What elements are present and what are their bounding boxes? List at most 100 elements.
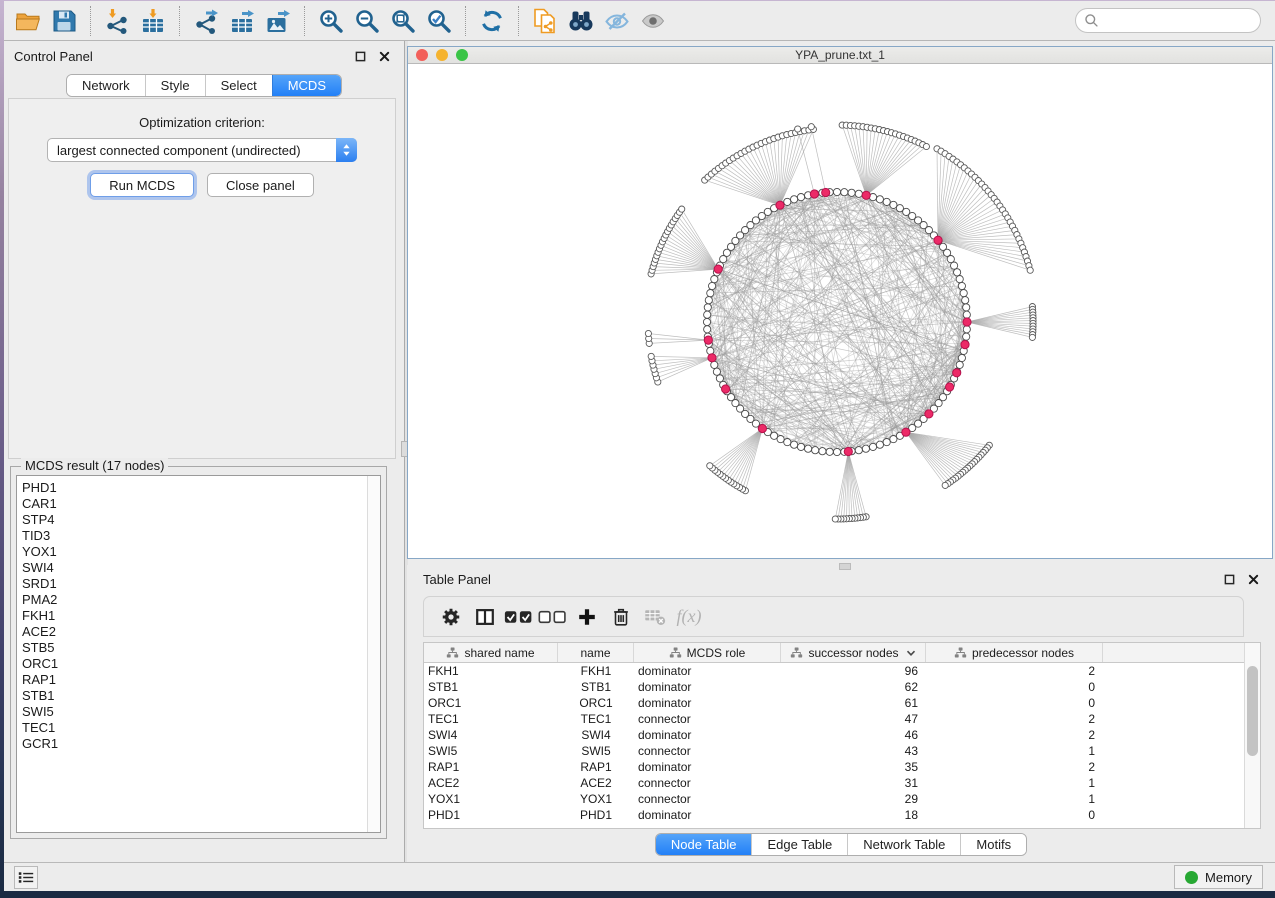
ring-node[interactable] xyxy=(869,443,876,450)
table-cell[interactable]: SWI4 xyxy=(558,727,634,743)
export-table-button[interactable] xyxy=(225,5,259,37)
ring-node[interactable] xyxy=(704,304,711,311)
table-row[interactable]: FKH1FKH1dominator962 xyxy=(424,663,1244,679)
mcds-result-item[interactable]: ACE2 xyxy=(22,624,367,640)
find-button[interactable] xyxy=(564,5,598,37)
table-settings-button[interactable] xyxy=(435,601,467,633)
ring-node[interactable] xyxy=(855,447,862,454)
table-row[interactable]: YOX1YOX1connector291 xyxy=(424,791,1244,807)
table-cell[interactable]: STB1 xyxy=(558,679,634,695)
table-cell[interactable]: STB1 xyxy=(424,679,558,695)
mcds-result-item[interactable]: FKH1 xyxy=(22,608,367,624)
mcds-node[interactable] xyxy=(758,424,766,432)
ring-node[interactable] xyxy=(819,448,826,455)
table-cell[interactable]: ACE2 xyxy=(424,775,558,791)
ring-node[interactable] xyxy=(716,375,723,382)
table-cell[interactable]: 18 xyxy=(781,807,926,823)
mcds-result-item[interactable]: PMA2 xyxy=(22,592,367,608)
ring-node[interactable] xyxy=(704,326,711,333)
table-cell[interactable]: FKH1 xyxy=(558,663,634,679)
leaf-node[interactable] xyxy=(923,143,929,149)
ring-node[interactable] xyxy=(713,368,720,375)
leaf-node[interactable] xyxy=(707,463,713,469)
deselect-all-button[interactable] xyxy=(537,601,569,633)
mcds-node[interactable] xyxy=(902,428,910,436)
table-cell[interactable]: TEC1 xyxy=(558,711,634,727)
leaf-node[interactable] xyxy=(679,206,685,212)
ring-node[interactable] xyxy=(963,304,970,311)
table-cell[interactable]: dominator xyxy=(634,663,781,679)
mcds-node[interactable] xyxy=(810,190,818,198)
table-row[interactable]: ORC1ORC1dominator610 xyxy=(424,695,1244,711)
tab-motifs[interactable]: Motifs xyxy=(960,834,1026,855)
search-box[interactable] xyxy=(1075,8,1261,33)
mcds-result-item[interactable]: YOX1 xyxy=(22,544,367,560)
mcds-node[interactable] xyxy=(963,318,971,326)
zoom-in-button[interactable] xyxy=(314,5,348,37)
tab-node-table[interactable]: Node Table xyxy=(656,834,752,855)
table-cell[interactable]: 0 xyxy=(926,695,1103,711)
import-network-button[interactable] xyxy=(100,5,134,37)
mcds-node[interactable] xyxy=(961,341,969,349)
table-cell[interactable]: dominator xyxy=(634,679,781,695)
tab-style[interactable]: Style xyxy=(145,75,205,96)
float-panel-button[interactable] xyxy=(352,48,368,64)
column-header-shared-name[interactable]: shared name xyxy=(424,643,558,662)
mcds-node[interactable] xyxy=(925,410,933,418)
network-graph[interactable] xyxy=(408,64,1270,557)
mcds-node[interactable] xyxy=(714,265,722,273)
mcds-result-item[interactable]: RAP1 xyxy=(22,672,367,688)
refresh-button[interactable] xyxy=(475,5,509,37)
ring-node[interactable] xyxy=(784,198,791,205)
network-file-button[interactable] xyxy=(528,5,562,37)
ring-node[interactable] xyxy=(703,318,710,325)
ring-node[interactable] xyxy=(848,189,855,196)
export-network-button[interactable] xyxy=(189,5,223,37)
ring-node[interactable] xyxy=(784,439,791,446)
table-cell[interactable]: RAP1 xyxy=(558,759,634,775)
table-cell[interactable]: dominator xyxy=(634,759,781,775)
ring-node[interactable] xyxy=(954,269,961,276)
table-cell[interactable]: 62 xyxy=(781,679,926,695)
table-cell[interactable]: 2 xyxy=(926,711,1103,727)
ring-node[interactable] xyxy=(791,196,798,203)
mcds-node[interactable] xyxy=(844,447,852,455)
mcds-node[interactable] xyxy=(862,191,870,199)
mcds-result-item[interactable]: SWI5 xyxy=(22,704,367,720)
ring-node[interactable] xyxy=(883,198,890,205)
maximize-window-light[interactable] xyxy=(456,49,468,61)
ring-node[interactable] xyxy=(805,445,812,452)
ring-node[interactable] xyxy=(833,448,840,455)
float-table-panel-button[interactable] xyxy=(1221,571,1237,587)
leaf-node[interactable] xyxy=(645,330,651,336)
table-cell[interactable]: SWI5 xyxy=(558,743,634,759)
table-row[interactable]: SWI4SWI4dominator462 xyxy=(424,727,1244,743)
mcds-node[interactable] xyxy=(934,236,942,244)
close-window-light[interactable] xyxy=(416,49,428,61)
column-header-name[interactable]: name xyxy=(558,643,634,662)
table-cell[interactable]: PHD1 xyxy=(558,807,634,823)
table-cell[interactable]: TEC1 xyxy=(424,711,558,727)
table-row[interactable]: STB1STB1dominator620 xyxy=(424,679,1244,695)
table-cell[interactable]: 46 xyxy=(781,727,926,743)
table-cell[interactable]: 1 xyxy=(926,743,1103,759)
ring-node[interactable] xyxy=(890,436,897,443)
mcds-node[interactable] xyxy=(776,201,784,209)
table-cell[interactable]: ORC1 xyxy=(424,695,558,711)
horizontal-splitter-handle[interactable] xyxy=(839,563,851,570)
toggle-panel-button[interactable] xyxy=(469,601,501,633)
ring-node[interactable] xyxy=(841,189,848,196)
table-cell[interactable]: ORC1 xyxy=(558,695,634,711)
table-cell[interactable]: 1 xyxy=(926,775,1103,791)
table-cell[interactable]: dominator xyxy=(634,695,781,711)
ring-node[interactable] xyxy=(707,290,714,297)
ring-node[interactable] xyxy=(963,311,970,318)
table-cell[interactable]: 61 xyxy=(781,695,926,711)
ring-node[interactable] xyxy=(956,276,963,283)
table-cell[interactable]: 31 xyxy=(781,775,926,791)
leaf-node[interactable] xyxy=(832,516,838,522)
ring-node[interactable] xyxy=(791,441,798,448)
table-cell[interactable]: RAP1 xyxy=(424,759,558,775)
ring-node[interactable] xyxy=(826,448,833,455)
mcds-node[interactable] xyxy=(946,383,954,391)
